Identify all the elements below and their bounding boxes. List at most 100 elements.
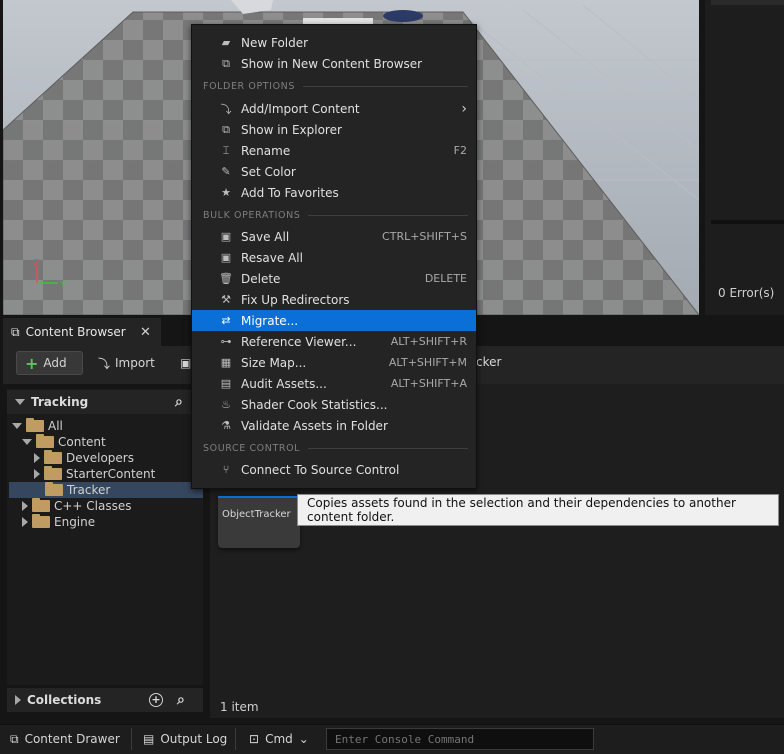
menu-item-delete[interactable]: 🗑 Delete DELETE (192, 268, 476, 289)
section-folder-options: FOLDER OPTIONS (203, 79, 468, 93)
shader-icon: ♨ (221, 398, 231, 411)
import-icon: ⤵ (98, 356, 111, 371)
cmd-label: Cmd (265, 732, 293, 746)
add-button-label: Add (43, 356, 67, 370)
menu-item-size-map[interactable]: ▦ Size Map... ALT+SHIFT+M (192, 352, 476, 373)
menu-item-label: Connect To Source Control (241, 462, 400, 477)
expand-icon (34, 453, 40, 463)
folder-icon (44, 466, 62, 480)
tree-header[interactable]: Tracking ⌕ (7, 390, 203, 414)
search-icon[interactable]: ⌕ (175, 394, 183, 410)
axis-z-label: Z (33, 258, 40, 269)
rename-icon: ⌶ (222, 143, 230, 157)
menu-item-rename[interactable]: ⌶ Rename F2 (192, 140, 476, 161)
context-menu: ▰ New Folder ⧉ Show in New Content Brows… (191, 24, 477, 489)
import-button[interactable]: ⤵ Import (90, 351, 163, 375)
menu-item-migrate[interactable]: ⇄ Migrate... (192, 310, 476, 331)
tree-item-label: Content (58, 435, 106, 449)
menu-item-set-color[interactable]: ✎ Set Color (192, 161, 476, 182)
axis-y-label: Y (59, 280, 67, 291)
expand-icon (22, 517, 28, 527)
size-map-icon: ▦ (220, 356, 232, 369)
menu-item-resave-all[interactable]: ▣ Resave All (192, 247, 476, 268)
plus-icon: + (25, 353, 39, 373)
tree-item-label: Tracker (67, 483, 111, 497)
tree-item-all[interactable]: All (12, 418, 63, 434)
cmd-dropdown[interactable]: ⊡ Cmd ⌄ (249, 724, 309, 754)
menu-item-save-all[interactable]: ▣ Save All CTRL+SHIFT+S (192, 226, 476, 247)
chevron-down-icon: ⌄ (298, 732, 309, 746)
menu-item-shader-cook-statistics[interactable]: ♨ Shader Cook Statistics... (192, 394, 476, 415)
tree-item-cpp-classes[interactable]: C++ Classes (22, 498, 132, 514)
explorer-icon: ⧉ (222, 122, 230, 136)
expand-icon (12, 423, 22, 429)
folder-icon (44, 450, 62, 464)
section-bulk-operations: BULK OPERATIONS (203, 208, 468, 222)
output-log-button[interactable]: ▤ Output Log (143, 724, 227, 754)
folder-icon (45, 482, 63, 496)
section-label: SOURCE CONTROL (203, 442, 301, 454)
tree-item-label: C++ Classes (54, 499, 132, 513)
menu-item-label: Migrate... (241, 313, 299, 328)
tree-item-startercontent[interactable]: StarterContent (34, 466, 155, 482)
menu-item-label: Save All (241, 229, 290, 244)
menu-item-shortcut: ALT+SHIFT+R (390, 335, 467, 348)
collections-header[interactable]: Collections + ⌕ (7, 688, 203, 712)
migrate-tooltip: Copies assets found in the selection and… (297, 494, 779, 526)
source-control-icon: ⑂ (222, 463, 230, 476)
tree-item-content[interactable]: Content (22, 434, 106, 450)
save-icon: ▣ (220, 230, 232, 243)
path-breadcrumb[interactable]: cker (476, 355, 501, 369)
menu-item-label: Fix Up Redirectors (241, 292, 350, 307)
wrench-icon: ⚒ (221, 293, 231, 306)
flask-icon: ⚗ (221, 419, 231, 432)
menu-item-connect-source-control[interactable]: ⑂ Connect To Source Control (192, 459, 476, 480)
close-icon[interactable]: ✕ (140, 325, 151, 340)
menu-item-show-in-new-content-browser[interactable]: ⧉ Show in New Content Browser (192, 53, 476, 74)
asset-tile[interactable]: ObjectTracker (218, 496, 300, 548)
tree-item-label: All (48, 419, 63, 433)
menu-item-label: Validate Assets in Folder (241, 418, 388, 433)
save-icon: ▣ (180, 356, 192, 370)
menu-item-label: Audit Assets... (241, 376, 327, 391)
save-icon: ▣ (220, 251, 232, 264)
menu-item-new-folder[interactable]: ▰ New Folder (192, 32, 476, 53)
content-drawer-button[interactable]: ⧉ Content Drawer (10, 724, 120, 754)
expand-icon (22, 501, 28, 511)
menu-item-label: Add/Import Content (241, 101, 360, 116)
console-command-input[interactable] (326, 728, 594, 750)
tree-item-developers[interactable]: Developers (34, 450, 134, 466)
menu-item-validate-assets[interactable]: ⚗ Validate Assets in Folder (192, 415, 476, 436)
tree-item-engine[interactable]: Engine (22, 514, 95, 530)
content-browser-tab[interactable]: ⧉ Content Browser ✕ (3, 318, 161, 346)
menu-item-label: Set Color (241, 164, 296, 179)
menu-item-fix-up-redirectors[interactable]: ⚒ Fix Up Redirectors (192, 289, 476, 310)
tree-item-tracker[interactable]: Tracker (9, 482, 203, 498)
terminal-icon: ⊡ (249, 732, 260, 746)
migrate-icon: ⇄ (221, 314, 231, 327)
expand-icon (34, 469, 40, 479)
error-count: 0 Error(s) (718, 286, 775, 300)
menu-item-shortcut: ALT+SHIFT+M (388, 356, 467, 369)
content-browser-tab-label: Content Browser (25, 325, 126, 339)
tree-item-label: StarterContent (66, 467, 156, 481)
menu-item-label: Resave All (241, 250, 303, 265)
folder-icon (32, 498, 50, 512)
menu-item-reference-viewer[interactable]: ⊶ Reference Viewer... ALT+SHIFT+R (192, 331, 476, 352)
section-source-control: SOURCE CONTROL (203, 441, 468, 455)
menu-item-label: Rename (241, 143, 291, 158)
add-button[interactable]: + Add (16, 351, 83, 375)
menu-item-show-in-explorer[interactable]: ⧉ Show in Explorer (192, 119, 476, 140)
add-collection-icon[interactable]: + (149, 693, 163, 707)
menu-item-label: Show in Explorer (241, 122, 342, 137)
search-icon[interactable]: ⌕ (177, 692, 185, 708)
menu-item-add-import-content[interactable]: ⤵ Add/Import Content › (192, 98, 476, 119)
menu-item-label: New Folder (241, 35, 309, 50)
folder-icon (26, 418, 44, 432)
output-log-label: Output Log (160, 732, 228, 746)
collapse-icon (15, 399, 25, 405)
reference-icon: ⊶ (220, 335, 232, 348)
menu-item-audit-assets[interactable]: ▤ Audit Assets... ALT+SHIFT+A (192, 373, 476, 394)
folder-icon (36, 434, 54, 448)
menu-item-add-to-favorites[interactable]: ★ Add To Favorites (192, 182, 476, 203)
